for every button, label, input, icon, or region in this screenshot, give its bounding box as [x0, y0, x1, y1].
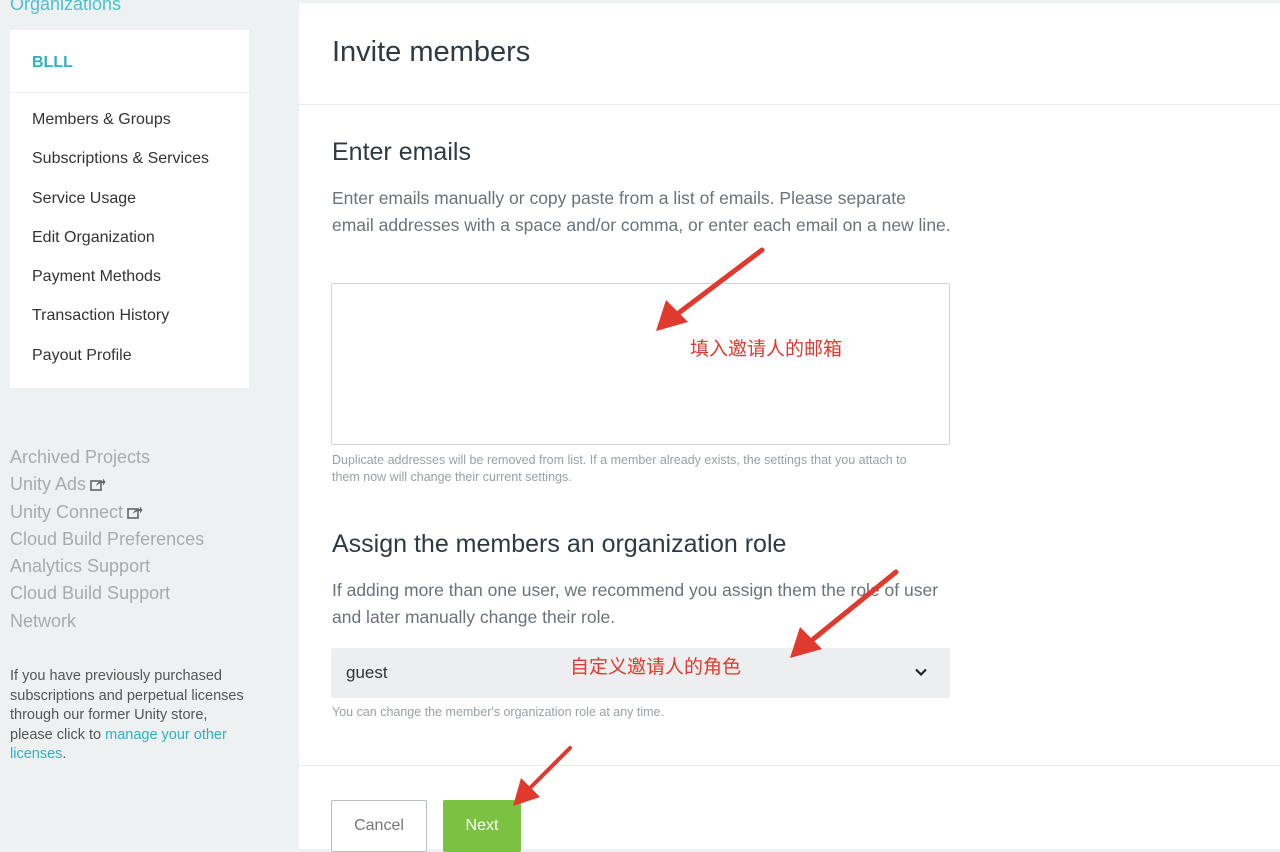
organization-name[interactable]: BLLL: [32, 54, 73, 72]
emails-description: Enter emails manually or copy paste from…: [332, 188, 951, 235]
external-link-icon: [90, 478, 106, 492]
page-title: Invite members: [332, 36, 531, 68]
selected-role: guest: [346, 663, 388, 682]
organizations-link[interactable]: Organizations: [10, 0, 121, 15]
role-help-text: You can change the member's organization…: [332, 705, 664, 719]
link-label: Unity Ads: [10, 474, 87, 495]
legacy-licenses-note: If you have previously purchased subscri…: [10, 667, 250, 765]
chevron-down-icon: [915, 668, 927, 677]
link-label: Archived Projects: [10, 447, 151, 467]
link-label: Analytics Support: [10, 556, 151, 577]
role-annotation: 自定义邀请人的角色: [570, 656, 742, 678]
menu-item-payout-profile[interactable]: Payout Profile: [32, 344, 209, 383]
organization-card: BLLL Members & Groups Subscriptions & Se…: [10, 30, 249, 388]
divider: [299, 765, 1280, 766]
menu-item-transaction-history[interactable]: Transaction History: [32, 304, 209, 343]
divider: [10, 92, 249, 93]
next-button[interactable]: Next: [443, 800, 521, 852]
emails-textarea[interactable]: [331, 283, 950, 445]
sidebar: Organizations BLLL Members & Groups Subs…: [0, 0, 298, 849]
link-archived-projects[interactable]: Archived Projects: [10, 444, 204, 471]
invite-members-panel: Invite members Enter emails Enter emails…: [299, 3, 1280, 852]
menu-item-edit-organization[interactable]: Edit Organization: [32, 226, 209, 265]
link-label: Cloud Build Support: [10, 583, 171, 604]
menu-item-members-groups[interactable]: Members & Groups: [32, 108, 209, 147]
emails-heading: Enter emails: [332, 138, 471, 166]
external-links: Archived Projects Unity Ads Unity Connec…: [10, 444, 204, 635]
role-heading: Assign the members an organization role: [332, 530, 787, 558]
external-link-icon: [127, 506, 143, 519]
organization-menu: Members & Groups Subscriptions & Service…: [32, 108, 209, 383]
email-annotation: 填入邀请人的邮箱: [690, 338, 843, 360]
link-network[interactable]: Network: [10, 608, 204, 635]
divider: [299, 104, 1280, 105]
link-cloud-build-support[interactable]: Cloud Build Support: [10, 580, 204, 607]
link-unity-ads[interactable]: Unity Ads: [10, 471, 204, 498]
link-cloud-build-preferences[interactable]: Cloud Build Preferences: [10, 526, 204, 553]
emails-help-text: Duplicate addresses will be removed from…: [332, 453, 907, 484]
link-label: Cloud Build Preferences: [10, 528, 205, 549]
menu-item-service-usage[interactable]: Service Usage: [32, 187, 209, 226]
role-description: If adding more than one user, we recomme…: [332, 580, 939, 627]
link-label: Network: [10, 610, 77, 631]
link-unity-connect[interactable]: Unity Connect: [10, 499, 204, 526]
link-label: Unity Connect: [10, 501, 124, 522]
cancel-button[interactable]: Cancel: [331, 800, 427, 852]
menu-item-payment-methods[interactable]: Payment Methods: [32, 265, 209, 304]
menu-item-subscriptions-services[interactable]: Subscriptions & Services: [32, 147, 209, 186]
link-analytics-support[interactable]: Analytics Support: [10, 553, 204, 580]
legacy-note-suffix: .: [62, 746, 67, 763]
